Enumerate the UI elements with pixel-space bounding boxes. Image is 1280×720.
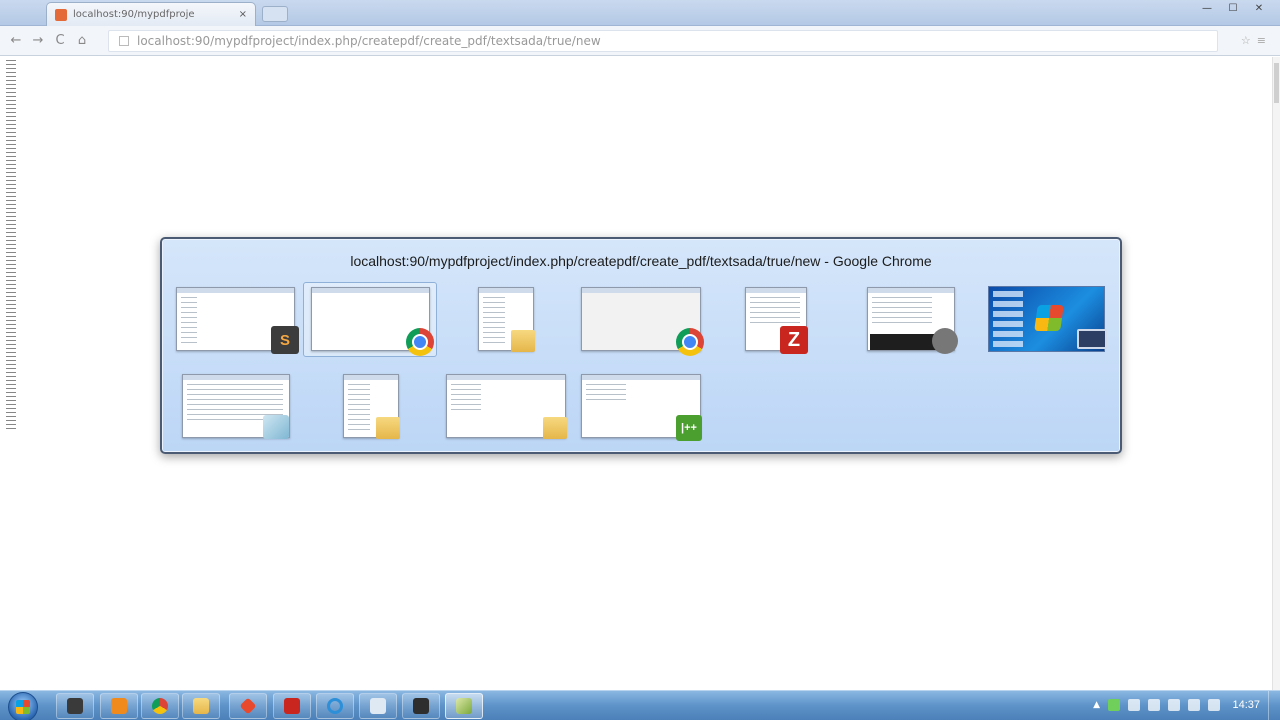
vertical-scrollbar[interactable] (1272, 57, 1280, 690)
media-center-icon (67, 698, 83, 714)
taskbar-notepad[interactable] (359, 693, 397, 719)
desktop-icons (993, 291, 1023, 347)
tray-expand-icon[interactable]: ▲ (1093, 700, 1100, 710)
folder-icon (511, 330, 535, 352)
windows-logo-icon (16, 700, 30, 714)
home-button[interactable]: ⌂ (74, 33, 90, 48)
console-panel (870, 334, 940, 350)
switcher-window-title: localhost:90/mypdfproject/index.php/crea… (350, 253, 932, 269)
command-tool-icon (413, 698, 429, 714)
switcher-thumb-windows-explorer-3[interactable] (446, 374, 567, 439)
folder-icon (543, 417, 567, 439)
system-tray: ▲ (1093, 699, 1220, 711)
taskbar-internet-explorer[interactable] (316, 693, 354, 719)
back-button[interactable]: ← (8, 33, 24, 48)
filezilla-icon: Z (780, 326, 808, 354)
window-controls: — ☐ ✕ (1196, 2, 1270, 16)
sublime-text-icon: S (271, 326, 299, 354)
switcher-thumb-filezilla[interactable]: Z (745, 287, 808, 354)
taskbar-filezilla[interactable] (273, 693, 311, 719)
google-chrome-icon (152, 698, 168, 714)
document-editor-icon: |++ (676, 415, 702, 441)
address-text: localhost:90/mypdfproject/index.php/crea… (137, 34, 601, 48)
page-left-margin-marks (6, 60, 16, 430)
internet-explorer-icon (327, 698, 343, 714)
tab-favicon-icon (55, 8, 67, 21)
forward-button[interactable]: → (30, 33, 46, 48)
switcher-thumb-notepad[interactable] (182, 374, 290, 439)
taskbar-git[interactable] (229, 693, 267, 719)
switcher-thumb-windows-explorer-2[interactable] (343, 374, 400, 439)
tray-network-flag-icon[interactable] (1128, 699, 1140, 711)
power-icon[interactable] (1188, 699, 1200, 711)
tab-title: localhost:90/mypdfproje (73, 9, 195, 20)
taskbar-clock[interactable]: 14:37 (1232, 699, 1260, 711)
switcher-thumb-wordpad-document[interactable]: |++ (581, 374, 702, 441)
notepad-icon (263, 415, 289, 439)
toolbar-icons: ☆ ≡ (1241, 34, 1266, 47)
switcher-thumb-windows-explorer[interactable] (478, 287, 535, 352)
taskbar-vlc[interactable] (100, 693, 138, 719)
folder-icon (376, 417, 400, 439)
taskbar: ▲ 14:37 (0, 690, 1280, 720)
address-bar[interactable]: localhost:90/mypdfproject/index.php/crea… (108, 30, 1218, 52)
switcher-thumb-command-tool[interactable] (867, 287, 958, 354)
page-info-icon[interactable] (119, 36, 129, 46)
notepad-icon (370, 698, 386, 714)
switcher-thumb-google-chrome-active[interactable] (311, 287, 434, 356)
taskbar-google-chrome[interactable] (141, 693, 179, 719)
browser-tab[interactable]: localhost:90/mypdfproje × (46, 2, 256, 26)
switcher-thumb-desktop[interactable] (988, 286, 1107, 352)
command-tool-icon (932, 328, 958, 354)
switcher-thumb-google-chrome[interactable] (581, 287, 704, 356)
tab-close-icon[interactable]: × (239, 9, 247, 20)
google-chrome-icon (406, 328, 434, 356)
signal-icon[interactable] (1208, 699, 1220, 711)
reload-button[interactable]: C (52, 33, 68, 48)
new-tab-button[interactable] (262, 6, 288, 22)
maximize-button[interactable]: ☐ (1222, 2, 1244, 16)
minimize-button[interactable]: — (1196, 2, 1218, 16)
taskbar-media-center[interactable] (56, 693, 94, 719)
browser-toolbar: ← → C ⌂ localhost:90/mypdfproject/index.… (0, 26, 1280, 56)
action-center-icon[interactable] (1148, 699, 1160, 711)
taskbar-windows-explorer[interactable] (182, 693, 220, 719)
windows-logo-icon (1034, 305, 1064, 331)
vlc-icon (111, 698, 127, 714)
start-button[interactable] (8, 692, 38, 720)
taskbar-editor[interactable] (445, 693, 483, 719)
switcher-thumb-sublime-text[interactable]: S (176, 287, 299, 354)
editor-icon (456, 698, 472, 714)
scrollbar-thumb[interactable] (1274, 63, 1279, 103)
browser-titlebar: localhost:90/mypdfproje × — ☐ ✕ (0, 0, 1280, 26)
close-button[interactable]: ✕ (1248, 2, 1270, 16)
show-desktop-button[interactable] (1268, 691, 1280, 720)
taskbar-command-tool[interactable] (402, 693, 440, 719)
bookmark-star-icon[interactable]: ☆ (1241, 34, 1251, 47)
filezilla-icon (284, 698, 300, 714)
menu-icon[interactable]: ≡ (1257, 34, 1266, 47)
folder-icon (193, 698, 209, 714)
tray-sync-icon[interactable] (1108, 699, 1120, 711)
monitor-icon (1077, 329, 1107, 349)
git-icon (239, 697, 257, 715)
volume-icon[interactable] (1168, 699, 1180, 711)
google-chrome-icon (676, 328, 704, 356)
